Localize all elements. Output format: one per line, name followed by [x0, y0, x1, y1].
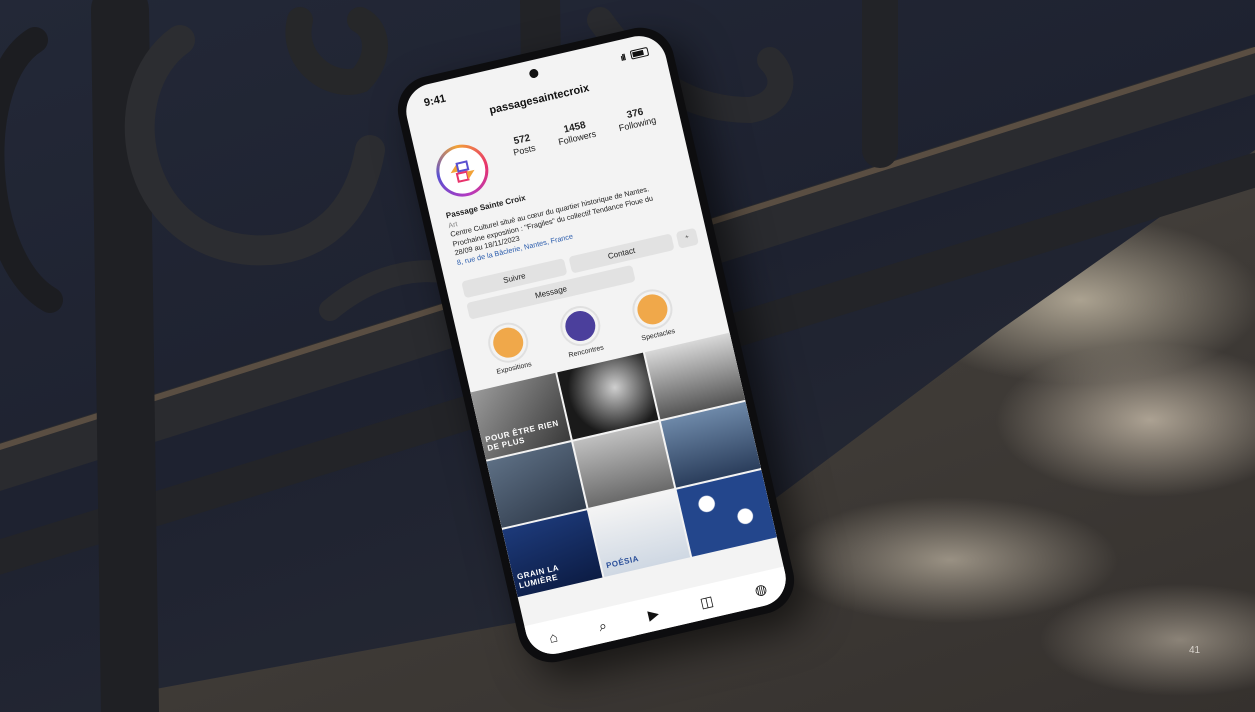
highlight-label: Rencontres [568, 344, 605, 360]
profile-stats: 572 Posts 1458 Followers 376 Following [498, 101, 668, 160]
highlight-label: Spectacles [640, 327, 676, 343]
stat-posts[interactable]: 572 Posts [510, 132, 536, 158]
highlight-spectacles[interactable]: Spectacles [617, 283, 691, 346]
avatar[interactable] [431, 139, 494, 202]
status-time: 9:41 [422, 92, 448, 110]
highlight-label: Expositions [495, 361, 533, 376]
shop-icon[interactable]: ◫ [698, 592, 715, 612]
post-caption: POÉSIA [605, 553, 640, 571]
spectacles-icon [634, 291, 671, 328]
battery-icon [629, 46, 650, 60]
reels-icon[interactable]: ▶ [646, 604, 660, 623]
posts-grid: POUR ÊTRE RIEN DE PLUS GRAIN LA LUMIÈRE … [470, 332, 777, 598]
stat-followers[interactable]: 1458 Followers [555, 118, 597, 147]
home-icon[interactable]: ⌂ [547, 628, 559, 645]
profile-icon[interactable]: ◍ [753, 580, 769, 599]
post-caption: GRAIN LA LUMIÈRE [516, 563, 560, 591]
photo-scene: 41 9:41 ıll passagesaintecroix 572 Posts… [0, 0, 1255, 712]
stat-following[interactable]: 376 Following [615, 104, 657, 134]
smartphone-mockup: 9:41 ıll passagesaintecroix 572 Posts 14… [0, 0, 1255, 712]
expositions-icon [490, 324, 527, 361]
search-icon[interactable]: ⌕ [597, 617, 608, 635]
phone-screen: 9:41 ıll passagesaintecroix 572 Posts 14… [400, 30, 792, 660]
highlight-expositions[interactable]: Expositions [473, 316, 547, 379]
signal-icon: ıll [619, 52, 627, 63]
rencontres-icon [562, 308, 599, 345]
highlight-rencontres[interactable]: Rencontres [545, 299, 619, 362]
phone-body: 9:41 ıll passagesaintecroix 572 Posts 14… [391, 20, 801, 670]
suggested-users-icon[interactable]: ⁺ [675, 227, 699, 249]
